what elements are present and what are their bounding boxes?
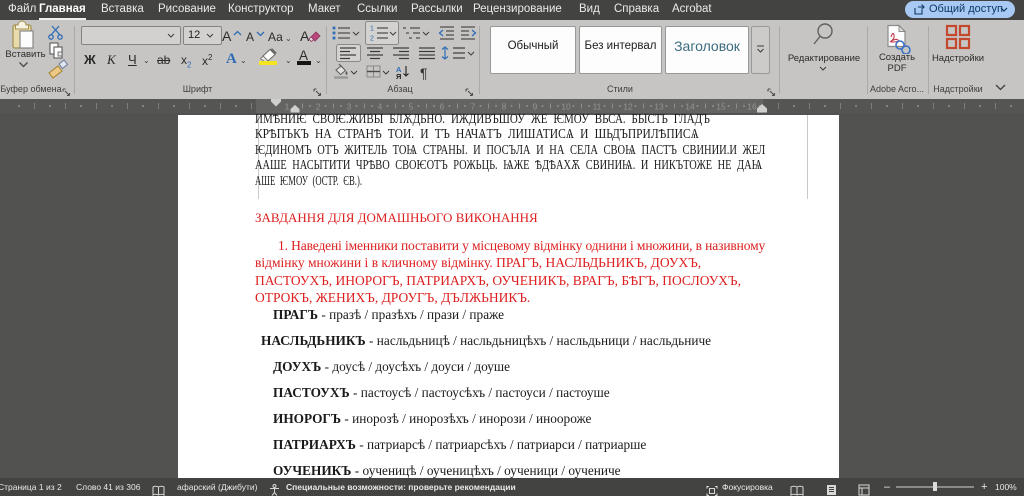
svg-text:Я: Я bbox=[396, 72, 401, 81]
svg-text:7: 7 bbox=[471, 102, 476, 112]
svg-text:1: 1 bbox=[285, 102, 290, 112]
svg-text:1: 1 bbox=[370, 26, 374, 33]
svg-text:2: 2 bbox=[316, 102, 321, 112]
svg-text:15: 15 bbox=[716, 102, 726, 112]
svg-text:4: 4 bbox=[378, 102, 383, 112]
svg-text:13: 13 bbox=[654, 102, 664, 112]
svg-text:8: 8 bbox=[502, 102, 507, 112]
svg-text:14: 14 bbox=[685, 102, 695, 112]
svg-text:3: 3 bbox=[347, 102, 352, 112]
svg-text:9: 9 bbox=[533, 102, 538, 112]
svg-text:12: 12 bbox=[623, 102, 633, 112]
svg-text:¶: ¶ bbox=[420, 65, 428, 81]
svg-text:10: 10 bbox=[561, 102, 571, 112]
svg-text:2: 2 bbox=[370, 36, 374, 43]
svg-text:16: 16 bbox=[747, 102, 757, 112]
svg-text:11: 11 bbox=[593, 102, 602, 112]
svg-text:5: 5 bbox=[409, 102, 414, 112]
svg-text:6: 6 bbox=[440, 102, 445, 112]
